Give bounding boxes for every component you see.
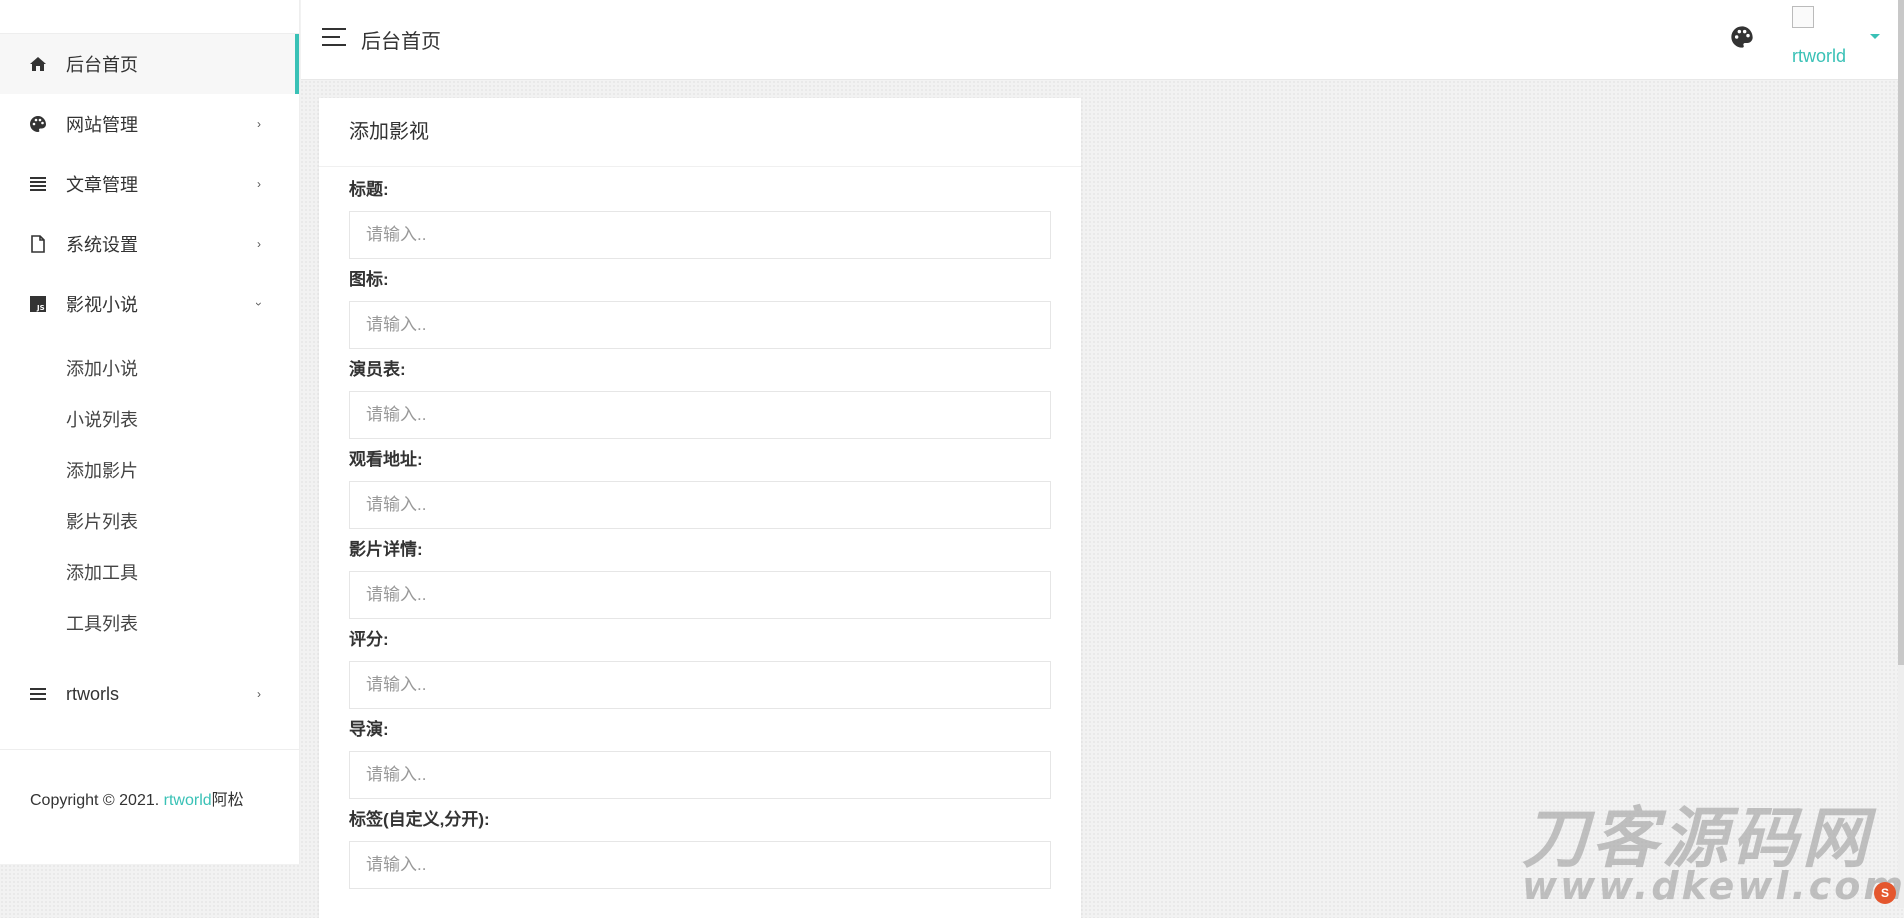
- sidebar-item-label: 后台首页: [66, 55, 138, 75]
- page-scrollbar[interactable]: [1898, 0, 1904, 908]
- home-icon: [28, 54, 48, 74]
- sidebar-item-rtworls[interactable]: rtworls ›: [0, 664, 299, 724]
- form-label: 标签(自定义,分开):: [349, 810, 490, 829]
- chevron-right-icon: ›: [257, 177, 261, 191]
- form-group-icon: 图标:: [349, 269, 1051, 349]
- form-label: 图标:: [349, 270, 389, 289]
- submenu-item-add-tool[interactable]: 添加工具: [0, 546, 299, 597]
- submenu-item-add-novel[interactable]: 添加小说: [0, 342, 299, 393]
- watch-url-input[interactable]: [349, 481, 1051, 529]
- chevron-right-icon: ›: [257, 117, 261, 131]
- watermark: 刀客源码网 www.dkewl.com: [1522, 804, 1904, 908]
- submenu-video-novel: 添加小说 小说列表 添加影片 影片列表 添加工具 工具列表: [0, 334, 299, 664]
- scrollbar-thumb[interactable]: [1898, 0, 1904, 665]
- watermark-en: www.dkewl.com: [1522, 864, 1904, 908]
- form-group-watch-url: 观看地址:: [349, 449, 1051, 529]
- form-label: 标题:: [349, 180, 389, 199]
- form-label: 演员表:: [349, 360, 406, 379]
- sidebar-item-label: 影视小说: [66, 295, 138, 315]
- copyright: Copyright © 2021. rtworld阿松: [30, 786, 244, 810]
- submenu-item-add-movie[interactable]: 添加影片: [0, 444, 299, 495]
- sidebar-item-label: 文章管理: [66, 175, 138, 195]
- form-group-director: 导演:: [349, 719, 1051, 799]
- chevron-right-icon: ›: [257, 687, 261, 701]
- icon-input[interactable]: [349, 301, 1051, 349]
- username[interactable]: rtworld: [1792, 46, 1846, 67]
- js-icon: JS: [28, 294, 48, 314]
- director-input[interactable]: [349, 751, 1051, 799]
- svg-text:JS: JS: [36, 304, 45, 312]
- theme-palette-icon[interactable]: [1730, 25, 1756, 51]
- sidebar-item-article-management[interactable]: 文章管理 ›: [0, 154, 299, 214]
- form-label: 评分:: [349, 630, 389, 649]
- copyright-prefix: Copyright © 2021.: [30, 792, 164, 809]
- form-label: 观看地址:: [349, 450, 423, 469]
- form-group-details: 影片详情:: [349, 539, 1051, 619]
- user-menu[interactable]: rtworld: [1789, 6, 1869, 66]
- list-icon: [28, 174, 48, 194]
- form-label: 影片详情:: [349, 540, 423, 559]
- add-video-form: 标题: 图标: 演员表: 观看地址: 影片详情: 评分: 导演: 标签(自定义: [319, 167, 1081, 889]
- chevron-right-icon: ›: [257, 237, 261, 251]
- form-group-cast: 演员表:: [349, 359, 1051, 439]
- avatar[interactable]: [1792, 6, 1814, 28]
- copyright-suffix: 阿松: [211, 792, 244, 809]
- sidebar-item-system-settings[interactable]: 系统设置 ›: [0, 214, 299, 274]
- sidebar-top-spacer: [0, 0, 299, 34]
- sidebar-item-site-management[interactable]: 网站管理 ›: [0, 94, 299, 154]
- copyright-brand-link[interactable]: rtworld: [164, 792, 212, 809]
- submenu-item-tool-list[interactable]: 工具列表: [0, 597, 299, 648]
- palette-icon: [28, 114, 48, 134]
- submenu-item-novel-list[interactable]: 小说列表: [0, 393, 299, 444]
- details-input[interactable]: [349, 571, 1051, 619]
- sidebar-item-home[interactable]: 后台首页: [0, 34, 299, 94]
- top-header: 后台首页 rtworld: [301, 0, 1904, 80]
- page-title: 后台首页: [361, 31, 441, 53]
- form-group-title: 标题:: [349, 179, 1051, 259]
- form-label: 导演:: [349, 720, 389, 739]
- sidebar-divider: [0, 749, 299, 750]
- caret-down-icon[interactable]: [1870, 34, 1880, 39]
- add-video-card: 添加影视 标题: 图标: 演员表: 观看地址: 影片详情: 评分: 导演:: [319, 98, 1081, 918]
- corner-badge-icon: S: [1874, 882, 1896, 904]
- sidebar-item-label: 系统设置: [66, 235, 138, 255]
- sidebar-item-label: rtworls: [66, 683, 119, 704]
- chevron-down-icon: ›: [252, 302, 266, 306]
- sidebar: 后台首页 网站管理 › 文章管理 › 系统设置 › JS 影视小说 › 添加小说…: [0, 0, 300, 864]
- card-title: 添加影视: [319, 98, 1081, 167]
- file-icon: [28, 234, 48, 254]
- form-group-tags: 标签(自定义,分开):: [349, 809, 1051, 889]
- menu-icon: [28, 684, 48, 704]
- submenu-item-movie-list[interactable]: 影片列表: [0, 495, 299, 546]
- menu-toggle-icon[interactable]: [322, 26, 348, 48]
- form-group-rating: 评分:: [349, 629, 1051, 709]
- tags-input[interactable]: [349, 841, 1051, 889]
- cast-input[interactable]: [349, 391, 1051, 439]
- rating-input[interactable]: [349, 661, 1051, 709]
- sidebar-item-video-novel[interactable]: JS 影视小说 ›: [0, 274, 299, 334]
- title-input[interactable]: [349, 211, 1051, 259]
- sidebar-item-label: 网站管理: [66, 115, 138, 135]
